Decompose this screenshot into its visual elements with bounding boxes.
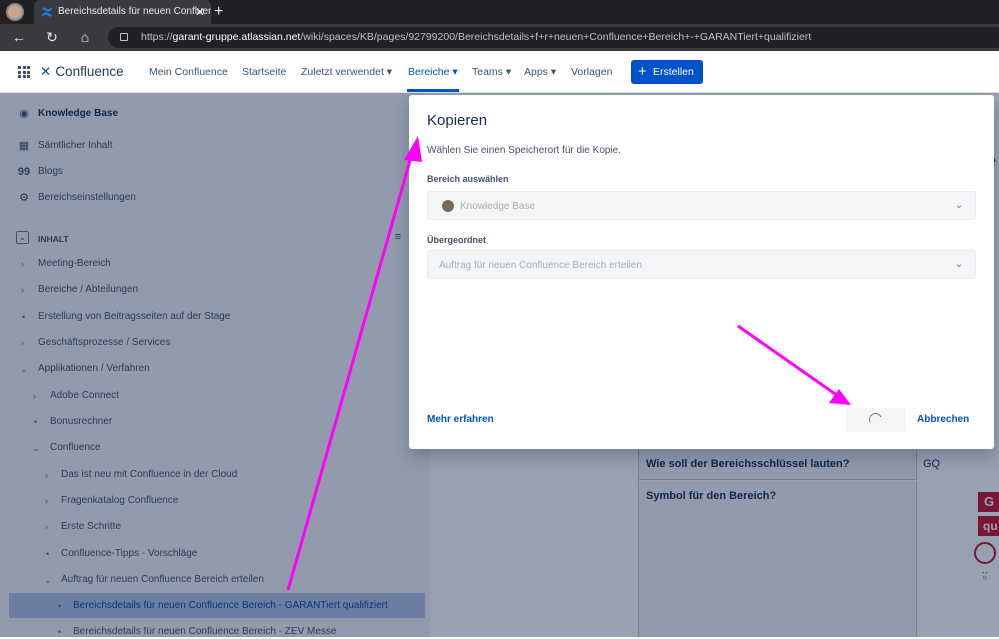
- nav-apps[interactable]: Apps ▾: [524, 64, 556, 80]
- dialog-title: Kopieren: [427, 112, 488, 129]
- create-button[interactable]: + Erstellen: [631, 60, 703, 84]
- nav-startseite[interactable]: Startseite: [242, 64, 286, 80]
- url-path: /wiki/spaces/KB/pages/92799200/Bereichsd…: [300, 31, 812, 43]
- confluence-logo[interactable]: ✕ Confluence: [40, 62, 124, 82]
- chevron-down-icon: ⌄: [954, 259, 964, 270]
- chevron-down-icon: ⌄: [954, 200, 964, 211]
- reload-icon[interactable]: ↻: [43, 28, 61, 46]
- parent-select[interactable]: Auftrag für neuen Confluence Bereich ert…: [427, 250, 976, 279]
- nav-teams[interactable]: Teams ▾: [472, 64, 511, 80]
- profile-avatar[interactable]: [6, 3, 24, 21]
- learn-more-link[interactable]: Mehr erfahren: [427, 413, 494, 427]
- home-icon[interactable]: ⌂: [76, 28, 94, 46]
- tab-title: Bereichsdetails für neuen Confluence: [58, 6, 211, 17]
- space-select-value: Knowledge Base: [460, 201, 536, 212]
- spinner-icon: [867, 411, 884, 428]
- back-icon[interactable]: ←: [10, 28, 28, 46]
- url-prefix: https://: [141, 31, 173, 43]
- space-select-label: Bereich auswählen: [427, 174, 509, 184]
- new-tab-icon[interactable]: +: [214, 1, 223, 23]
- address-bar[interactable]: https://garant-gruppe.atlassian.net/wiki…: [108, 27, 999, 48]
- nav-bereiche[interactable]: Bereiche ▾: [408, 64, 458, 80]
- active-nav-indicator: [407, 89, 459, 92]
- nav-zuletzt-verwendet[interactable]: Zuletzt verwendet ▾: [301, 64, 392, 80]
- logo-text: Confluence: [55, 64, 124, 79]
- browser-tab-bar: Bereichsdetails für neuen Confluence ✕ +: [0, 0, 999, 24]
- copy-button-loading[interactable]: [846, 408, 906, 432]
- browser-toolbar: ← ↻ ⌂ https://garant-gruppe.atlassian.ne…: [0, 24, 999, 51]
- nav-mein-confluence[interactable]: Mein Confluence: [149, 64, 228, 80]
- parent-select-label: Übergeordnet: [427, 235, 487, 245]
- plus-icon: +: [638, 63, 647, 80]
- app-switcher-icon[interactable]: [18, 66, 30, 78]
- create-label: Erstellen: [653, 66, 694, 78]
- space-select[interactable]: Knowledge Base ⌄: [427, 191, 976, 220]
- confluence-favicon-icon: [42, 7, 52, 17]
- copy-dialog: Kopieren Wählen Sie einen Speicherort fü…: [409, 95, 994, 449]
- dialog-description: Wählen Sie einen Speicherort für die Kop…: [427, 145, 622, 156]
- cancel-button[interactable]: Abbrechen: [917, 413, 969, 427]
- tab-close-icon[interactable]: ✕: [195, 3, 205, 21]
- url-host: garant-gruppe.atlassian.net: [172, 31, 301, 43]
- space-avatar-icon: [442, 200, 454, 212]
- browser-tab[interactable]: Bereichsdetails für neuen Confluence: [34, 0, 211, 24]
- confluence-top-nav: ✕ Confluence Mein Confluence Startseite Z…: [0, 51, 999, 93]
- confluence-logo-icon: ✕: [40, 64, 52, 79]
- lock-icon: [120, 33, 128, 41]
- nav-vorlagen[interactable]: Vorlagen: [571, 64, 612, 80]
- parent-select-value: Auftrag für neuen Confluence Bereich ert…: [439, 260, 642, 271]
